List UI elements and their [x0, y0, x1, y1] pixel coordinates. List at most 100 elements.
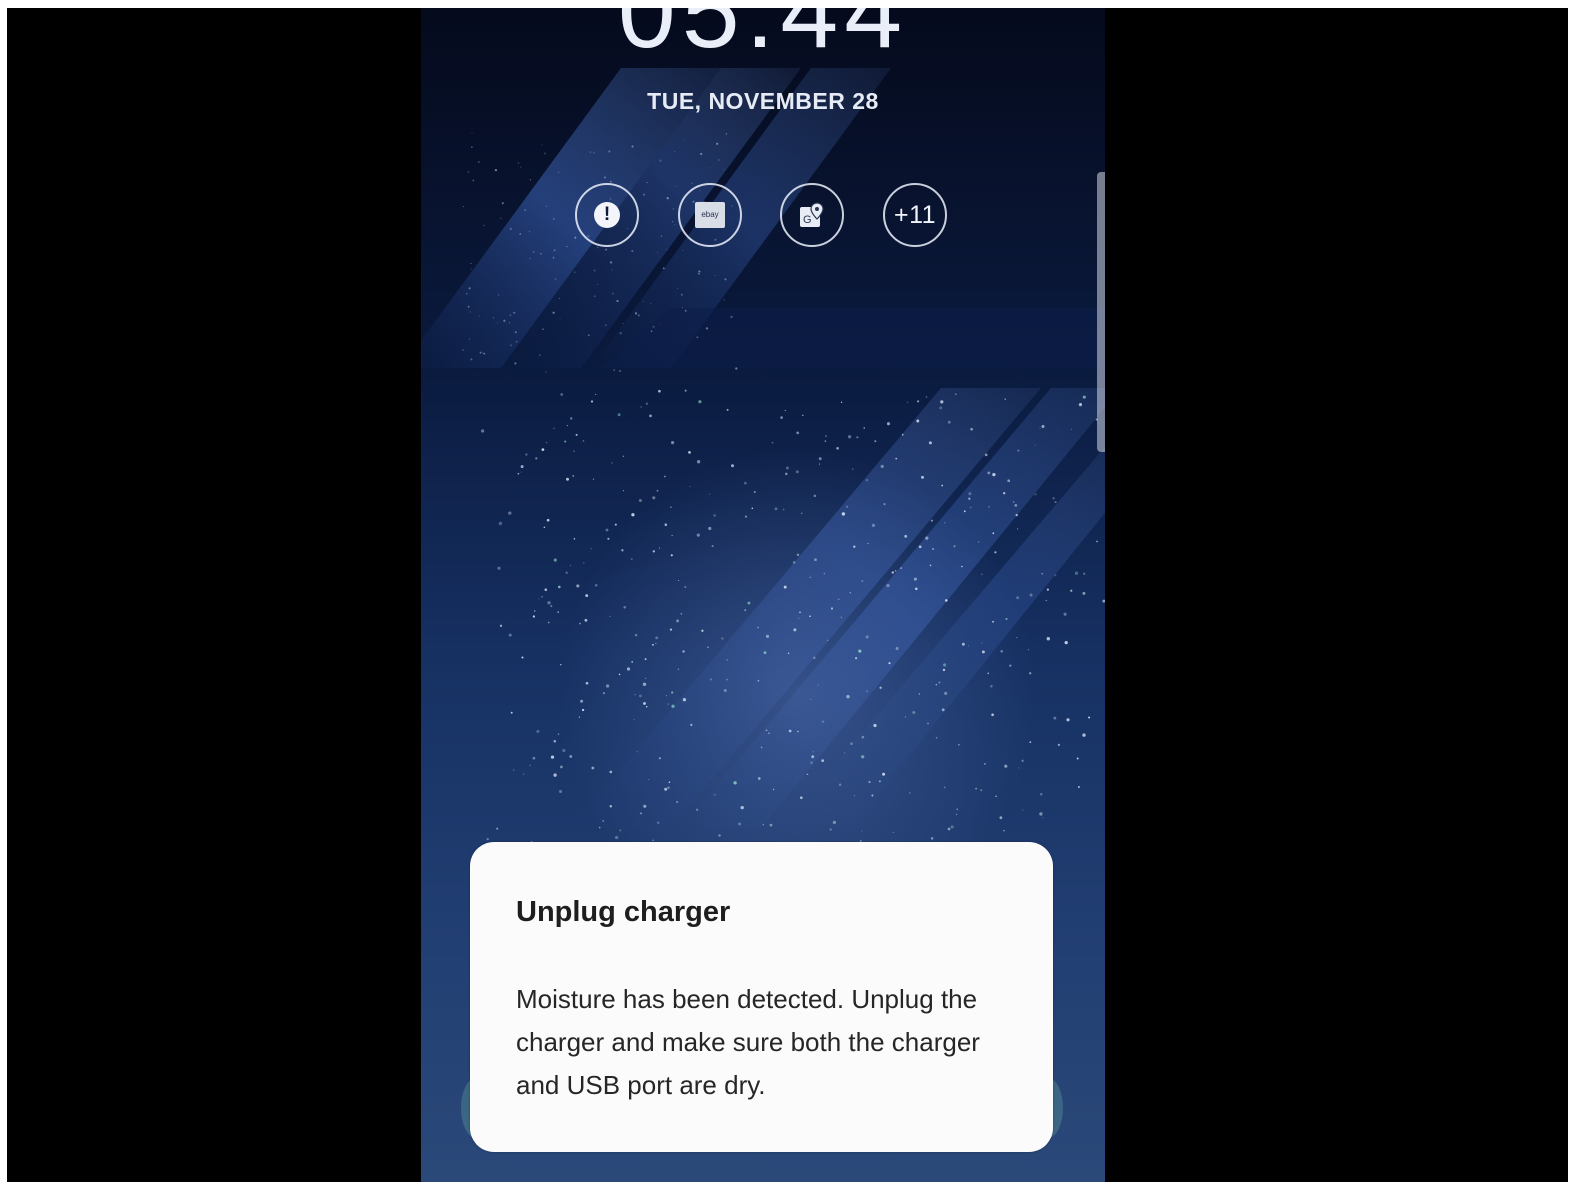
- wallpaper-star: [765, 729, 768, 732]
- wallpaper-star: [1027, 649, 1030, 651]
- wallpaper-star: [913, 577, 917, 581]
- wallpaper-star: [927, 722, 929, 725]
- wallpaper-star: [950, 825, 954, 829]
- wallpaper-star: [963, 510, 966, 513]
- wallpaper-star: [514, 362, 517, 365]
- wallpaper-star: [496, 322, 498, 324]
- wallpaper-star: [671, 534, 673, 537]
- wallpaper-star: [925, 396, 928, 398]
- wallpaper-star: [698, 400, 702, 404]
- wallpaper-star: [614, 523, 617, 526]
- wallpaper-star: [958, 744, 960, 746]
- wallpaper-star: [813, 656, 816, 660]
- wallpaper-star: [664, 523, 668, 526]
- wallpaper-star: [543, 526, 546, 529]
- wallpaper-star: [853, 795, 855, 797]
- wallpaper-star: [1004, 398, 1006, 400]
- wallpaper-star: [901, 433, 904, 436]
- wallpaper-star: [503, 319, 506, 322]
- wallpaper-star: [718, 159, 720, 161]
- wallpaper-star: [573, 538, 576, 540]
- wallpaper-star: [698, 272, 700, 275]
- wallpaper-star: [1034, 444, 1036, 446]
- wallpaper-star: [838, 783, 842, 786]
- wallpaper-star: [552, 256, 555, 259]
- wallpaper-star: [730, 315, 733, 319]
- wallpaper-star: [594, 583, 598, 587]
- more-notifications-badge[interactable]: +11: [883, 183, 947, 247]
- wallpaper-star: [1029, 741, 1032, 743]
- wallpaper-star: [467, 305, 470, 308]
- wallpaper-star: [829, 828, 832, 831]
- wallpaper-star: [1057, 743, 1061, 747]
- wallpaper-star: [992, 472, 996, 477]
- exclamation-icon: !: [594, 202, 620, 228]
- wallpaper-star: [640, 406, 642, 408]
- wallpaper-star: [844, 752, 846, 754]
- wallpaper-star: [701, 629, 704, 632]
- edge-panel-handle[interactable]: [1097, 172, 1105, 452]
- wallpaper-star: [917, 400, 920, 403]
- wallpaper-star: [598, 826, 601, 829]
- wallpaper-star: [723, 168, 725, 171]
- wallpaper-star: [605, 528, 609, 532]
- wallpaper-star: [818, 457, 822, 461]
- wallpaper-star: [698, 270, 701, 273]
- wallpaper-star: [668, 781, 671, 784]
- wallpaper-star: [929, 564, 932, 567]
- alert-icon[interactable]: !: [575, 183, 639, 247]
- maps-app-icon[interactable]: G: [780, 183, 844, 247]
- wallpaper-star: [871, 523, 876, 528]
- moisture-warning-dialog[interactable]: Unplug charger Moisture has been detecte…: [470, 842, 1053, 1152]
- wallpaper-star: [634, 633, 638, 637]
- ebay-app-icon[interactable]: ebay: [678, 183, 742, 247]
- wallpaper-star: [569, 755, 573, 758]
- wallpaper-star: [671, 704, 675, 708]
- wallpaper-star: [683, 140, 684, 142]
- wallpaper-star: [944, 691, 948, 696]
- wallpaper-star: [1070, 589, 1073, 592]
- wallpaper-star: [652, 550, 655, 553]
- wallpaper-star: [841, 512, 846, 516]
- wallpaper-star: [674, 151, 676, 153]
- wallpaper-star: [757, 777, 761, 780]
- wallpaper-star: [566, 477, 569, 481]
- wallpaper-star: [461, 348, 464, 352]
- wallpaper-star: [984, 763, 986, 765]
- wallpaper-star: [634, 694, 636, 696]
- wallpaper-star: [557, 171, 560, 174]
- wallpaper-star: [1076, 757, 1079, 760]
- wallpaper-star: [760, 746, 763, 749]
- wallpaper-star: [572, 475, 575, 477]
- wallpaper-star: [682, 698, 687, 702]
- wallpaper-star: [723, 688, 727, 693]
- wallpaper-star: [853, 545, 856, 548]
- wallpaper-star: [1082, 395, 1086, 399]
- wallpaper-star: [1003, 830, 1005, 832]
- wallpaper-star: [631, 145, 634, 148]
- wallpaper-star: [681, 307, 684, 309]
- wallpaper-star: [814, 558, 817, 562]
- lock-screen[interactable]: 05:44 TUE, NOVEMBER 28 ! ebay G +11 Unpl…: [421, 8, 1105, 1182]
- wallpaper-star: [984, 453, 988, 457]
- wallpaper-star: [873, 723, 877, 728]
- wallpaper-star: [716, 142, 719, 145]
- wallpaper-star: [465, 292, 468, 295]
- wallpaper-star: [886, 422, 891, 426]
- wallpaper-star: [912, 711, 916, 714]
- wallpaper-star: [725, 133, 728, 135]
- wallpaper-star: [592, 478, 595, 480]
- wallpaper-star: [981, 642, 983, 644]
- wallpaper-star: [1052, 497, 1055, 500]
- dialog-title: Unplug charger: [516, 896, 731, 928]
- dialog-message: Moisture has been detected. Unplug the c…: [516, 984, 980, 1100]
- wallpaper-star: [684, 309, 687, 312]
- wallpaper-star: [539, 354, 541, 356]
- wallpaper-star: [861, 735, 865, 739]
- wallpaper-star: [532, 250, 535, 253]
- wallpaper-star: [879, 686, 882, 689]
- wallpaper-star: [788, 729, 792, 733]
- wallpaper-star: [935, 736, 938, 739]
- wallpaper-star: [590, 400, 594, 403]
- wallpaper-star: [637, 314, 640, 317]
